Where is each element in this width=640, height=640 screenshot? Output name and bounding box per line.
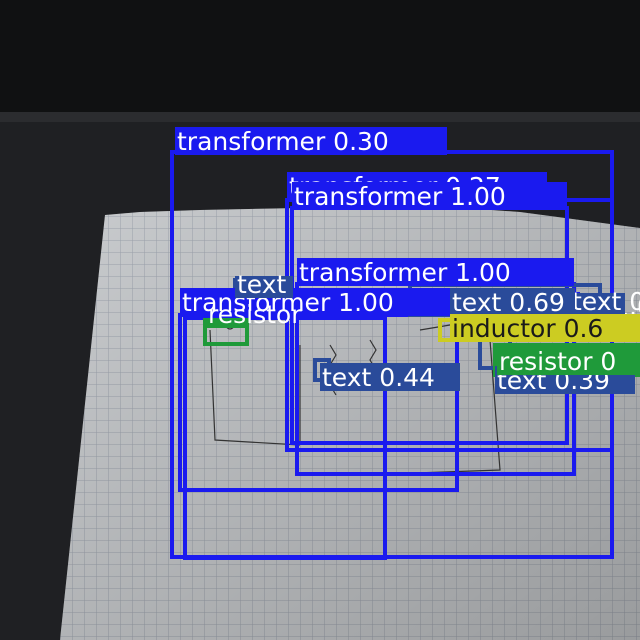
detection-label: text 0.69	[452, 288, 565, 317]
detection-label: transformer 0.30	[177, 127, 389, 156]
detection-label: inductor 0.6	[452, 314, 603, 343]
detection-label: transformer 1.00	[299, 258, 511, 287]
detection-label: text 0.32	[572, 287, 640, 316]
detection-label: text 0.44	[322, 363, 435, 392]
detection-label: text	[237, 270, 287, 299]
detection-image: transformer 0.30transformer 0.27transfor…	[0, 0, 640, 640]
detection-label: resistor 0	[499, 347, 616, 376]
detection-overlay: transformer 0.30transformer 0.27transfor…	[170, 127, 640, 560]
detection-label: transformer 1.00	[294, 182, 506, 211]
detection-label: resistor	[208, 300, 302, 329]
detection-box-transformer	[178, 313, 459, 492]
